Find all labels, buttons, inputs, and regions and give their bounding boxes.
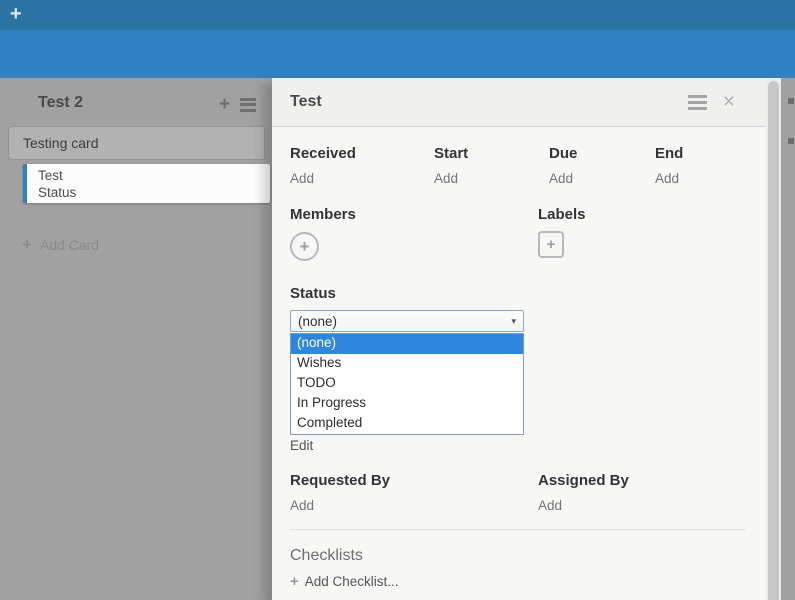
top-navbar: +: [0, 0, 795, 30]
received-label: Received: [290, 145, 434, 162]
start-label: Start: [434, 145, 549, 162]
add-card-button[interactable]: + Add Card: [22, 235, 99, 255]
minicard-title: Testing card: [23, 135, 98, 151]
add-checklist-button[interactable]: + Add Checklist...: [290, 573, 745, 590]
add-card-label: Add Card: [40, 237, 99, 253]
due-label: Due: [549, 145, 655, 162]
card-detail-panel: Test × Received Add Start Add Due Add En…: [272, 78, 781, 600]
requested-by-label: Requested By: [290, 472, 538, 489]
members-label: Members: [290, 206, 538, 223]
card-detail-body: Received Add Start Add Due Add End Add M…: [272, 145, 781, 600]
minicard-line: Status: [38, 184, 270, 201]
add-board-icon[interactable]: +: [10, 3, 22, 26]
received-add-link[interactable]: Add: [290, 171, 434, 186]
add-label-button[interactable]: +: [538, 231, 564, 258]
list-header-icons: +: [219, 95, 256, 114]
card-detail-title: Test: [290, 93, 688, 111]
list-menu-icon[interactable]: [240, 95, 256, 114]
dropdown-arrow-icon: ▾: [511, 316, 516, 327]
plus-icon: +: [300, 237, 310, 257]
plus-icon: +: [22, 235, 32, 255]
board-header-bar: [0, 30, 795, 78]
status-option-completed[interactable]: Completed: [291, 414, 523, 434]
assigned-by-label: Assigned By: [538, 472, 745, 489]
list-add-card-icon[interactable]: +: [219, 96, 230, 114]
status-selected-value: (none): [298, 314, 511, 329]
members-labels-row: Members + Labels +: [290, 206, 745, 261]
plus-icon: +: [547, 236, 556, 253]
end-add-link[interactable]: Add: [655, 171, 745, 186]
add-member-button[interactable]: +: [290, 232, 319, 261]
end-label: End: [655, 145, 745, 162]
minicard-line: Test: [38, 167, 270, 184]
status-options-listbox: (none) Wishes TODO In Progress Completed: [290, 333, 524, 435]
status-edit-link[interactable]: Edit: [290, 438, 320, 453]
requested-by-add-link[interactable]: Add: [290, 498, 538, 513]
close-icon[interactable]: ×: [723, 94, 735, 110]
minicard-testing-card[interactable]: Testing card: [8, 126, 265, 160]
card-detail-header: Test ×: [272, 78, 781, 127]
section-divider: [290, 529, 745, 530]
minicard-test-status-active[interactable]: Test Status: [23, 164, 270, 203]
start-add-link[interactable]: Add: [434, 171, 549, 186]
status-option-todo[interactable]: TODO: [291, 374, 523, 394]
checklists-label: Checklists: [290, 547, 745, 565]
card-menu-icon[interactable]: [688, 92, 707, 113]
status-option-in-progress[interactable]: In Progress: [291, 394, 523, 414]
status-select[interactable]: (none) ▾: [290, 310, 524, 332]
scrollbar-thumb[interactable]: [768, 81, 779, 600]
list-title[interactable]: Test 2: [38, 94, 83, 112]
dates-row: Received Add Start Add Due Add End Add: [290, 145, 745, 186]
status-option-wishes[interactable]: Wishes: [291, 354, 523, 374]
next-list-menu-icon-cutoff: [788, 138, 794, 144]
labels-label: Labels: [538, 206, 745, 223]
status-option-none[interactable]: (none): [291, 334, 523, 354]
requested-assigned-row: Requested By Add Assigned By Add: [290, 472, 745, 513]
due-add-link[interactable]: Add: [549, 171, 655, 186]
status-label: Status: [290, 285, 745, 302]
add-checklist-label: Add Checklist...: [305, 574, 399, 589]
plus-icon: +: [290, 573, 299, 590]
assigned-by-add-link[interactable]: Add: [538, 498, 745, 513]
next-list-add-icon-cutoff: [788, 98, 794, 104]
panel-scrollbar[interactable]: [766, 78, 781, 600]
